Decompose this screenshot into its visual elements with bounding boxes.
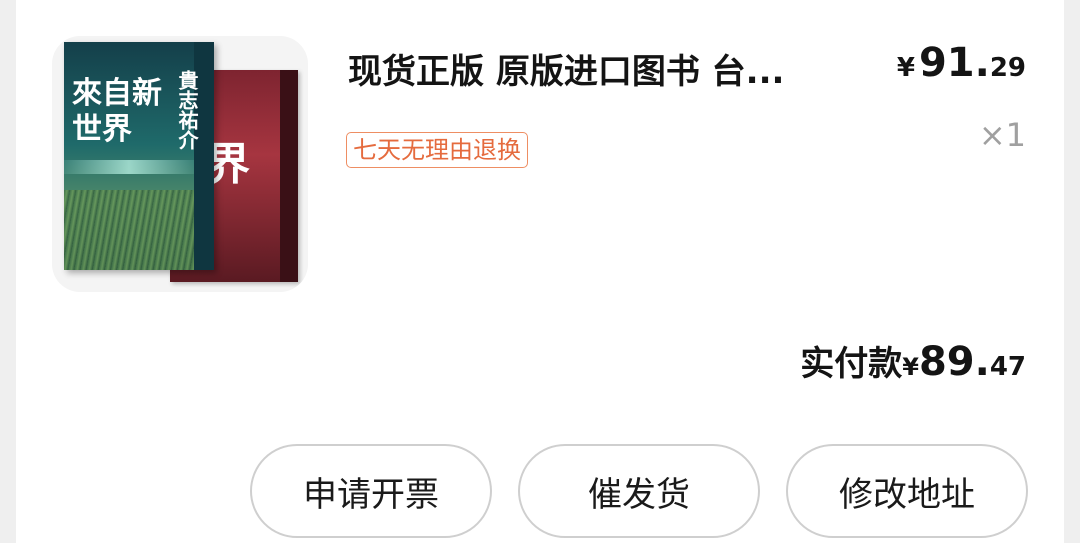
return-policy-badge: 七天无理由退换 xyxy=(346,132,528,168)
unit-price: ¥91.29 xyxy=(897,40,1026,86)
price-integer: 91. xyxy=(918,40,990,86)
paid-currency: ¥ xyxy=(902,353,919,381)
price-decimal: 29 xyxy=(989,53,1026,83)
request-invoice-button[interactable]: 申请开票 xyxy=(250,444,492,538)
book-cover-front: 來自新世界 貴志祐介 xyxy=(64,42,214,270)
paid-label: 实付款 xyxy=(800,344,903,384)
paid-integer: 89. xyxy=(918,339,990,385)
change-address-button[interactable]: 修改地址 xyxy=(786,444,1028,538)
product-thumbnail[interactable]: 界 來自新世界 貴志祐介 xyxy=(52,36,308,292)
urge-shipment-button[interactable]: 催发货 xyxy=(518,444,760,538)
price-currency: ¥ xyxy=(896,53,915,83)
paid-decimal: 47 xyxy=(989,352,1026,382)
actual-payment: 实付款¥89.47 xyxy=(800,336,1026,385)
order-card: 界 來自新世界 貴志祐介 现货正版 原版进口图书 台... ¥91.29 七天无… xyxy=(16,0,1064,543)
cover-author: 貴志祐介 xyxy=(175,70,199,150)
product-title[interactable]: 现货正版 原版进口图书 台... xyxy=(348,44,878,100)
quantity: ×1 xyxy=(978,116,1026,154)
cover-title: 來自新世界 xyxy=(72,76,162,147)
